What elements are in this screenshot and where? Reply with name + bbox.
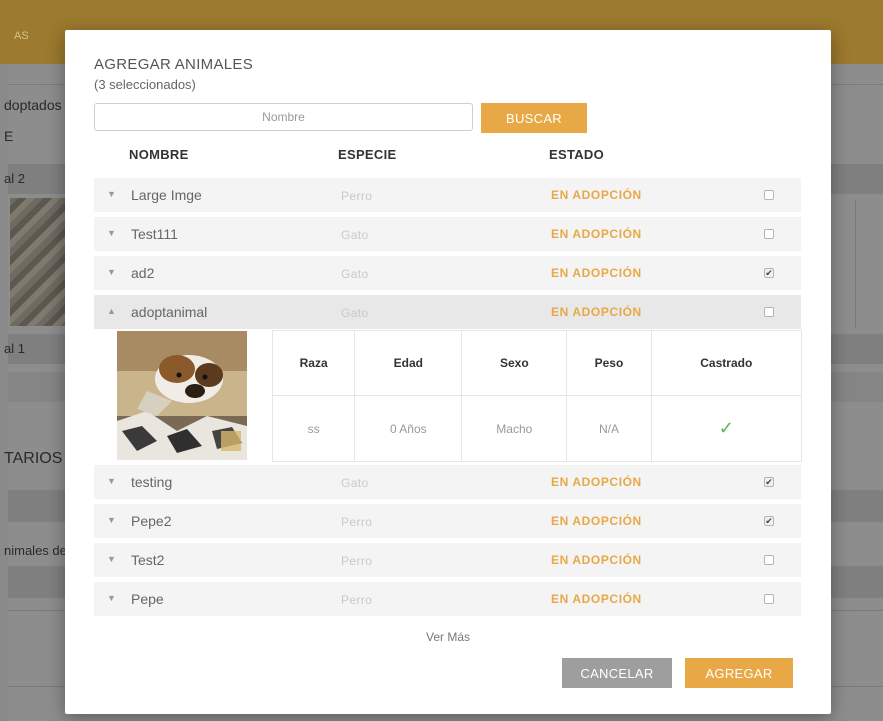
animal-row[interactable]: ▼ Pepe2 Perro EN ADOPCIÓN ✔	[94, 504, 801, 538]
animal-species: Perro	[341, 554, 373, 568]
animal-species: Perro	[341, 189, 373, 203]
animal-status: EN ADOPCIÓN	[551, 553, 642, 567]
see-more-link[interactable]: Ver Más	[65, 630, 831, 644]
chevron-down-icon[interactable]: ▼	[107, 593, 116, 603]
animal-row[interactable]: ▼ testing Gato EN ADOPCIÓN ✔	[94, 465, 801, 499]
detail-header-sex: Sexo	[461, 330, 568, 396]
animal-status: EN ADOPCIÓN	[551, 475, 642, 489]
chevron-down-icon[interactable]: ▼	[107, 228, 116, 238]
background-e-label: E	[4, 128, 14, 144]
background-animal-image	[10, 198, 66, 326]
animal-row[interactable]: ▼ Pepe Perro EN ADOPCIÓN	[94, 582, 801, 616]
animal-status: EN ADOPCIÓN	[551, 305, 642, 319]
animal-name: Pepe2	[131, 513, 172, 529]
column-header-name: NOMBRE	[129, 147, 189, 162]
cancel-button[interactable]: CANCELAR	[562, 658, 672, 688]
background-adoptados-label: doptados	[4, 97, 62, 113]
select-checkbox[interactable]	[764, 307, 774, 317]
animal-species: Gato	[341, 476, 369, 490]
chevron-down-icon[interactable]: ▼	[107, 515, 116, 525]
animal-name: ad2	[131, 265, 155, 281]
select-checkbox[interactable]	[764, 229, 774, 239]
add-animals-modal: AGREGAR ANIMALES (3 seleccionados) BUSCA…	[65, 30, 831, 714]
animal-row[interactable]: ▼ Test111 Gato EN ADOPCIÓN	[94, 217, 801, 251]
chevron-down-icon[interactable]: ▼	[107, 554, 116, 564]
animal-species: Gato	[341, 306, 369, 320]
detail-header-weight: Peso	[566, 330, 652, 396]
animal-name: Large Imge	[131, 187, 202, 203]
column-header-status: ESTADO	[549, 147, 605, 162]
name-search-input[interactable]	[94, 103, 473, 131]
detail-header-neutered: Castrado	[650, 330, 803, 396]
add-button[interactable]: AGREGAR	[685, 658, 793, 688]
select-checkbox[interactable]	[764, 190, 774, 200]
select-checkbox[interactable]: ✔	[764, 268, 774, 278]
dog-photo-illustration	[117, 331, 247, 460]
animal-row-expanded[interactable]: ▲ adoptanimal Gato EN ADOPCIÓN	[94, 295, 801, 329]
select-checkbox[interactable]	[764, 594, 774, 604]
detail-header-age: Edad	[354, 330, 463, 396]
animal-status: EN ADOPCIÓN	[551, 592, 642, 606]
background-comentarios-label: TARIOS	[4, 450, 63, 467]
animal-name: Test111	[131, 226, 178, 242]
animal-row[interactable]: ▼ ad2 Gato EN ADOPCIÓN ✔	[94, 256, 801, 290]
animal-name: testing	[131, 474, 173, 490]
check-icon: ✓	[718, 418, 734, 438]
animal-status: EN ADOPCIÓN	[551, 514, 642, 528]
animal-species: Gato	[341, 267, 369, 281]
background-animales-label: nimales de	[4, 543, 67, 558]
selected-count: (3 seleccionados)	[94, 77, 196, 92]
background-animal2-label: al 2	[4, 171, 25, 186]
detail-header-breed: Raza	[271, 330, 356, 396]
animal-photo	[117, 331, 247, 460]
background-animal1-label: al 1	[4, 341, 25, 356]
chevron-down-icon[interactable]: ▼	[107, 267, 116, 277]
animal-row[interactable]: ▼ Large Imge Perro EN ADOPCIÓN	[94, 178, 801, 212]
select-checkbox[interactable]: ✔	[764, 516, 774, 526]
animal-row[interactable]: ▼ Test2 Perro EN ADOPCIÓN	[94, 543, 801, 577]
detail-value-breed: ss	[271, 395, 356, 462]
animal-species: Gato	[341, 228, 369, 242]
search-button[interactable]: BUSCAR	[481, 103, 587, 133]
select-checkbox[interactable]: ✔	[764, 477, 774, 487]
animal-detail-table: Raza Edad Sexo Peso Castrado ss 0 Años M…	[271, 330, 803, 462]
chevron-up-icon[interactable]: ▲	[107, 306, 116, 316]
animal-detail-panel: Raza Edad Sexo Peso Castrado ss 0 Años M…	[94, 330, 803, 462]
column-header-species: ESPECIE	[338, 147, 397, 162]
chevron-down-icon[interactable]: ▼	[107, 189, 116, 199]
select-checkbox[interactable]	[764, 555, 774, 565]
animal-status: EN ADOPCIÓN	[551, 188, 642, 202]
background-breadcrumb: AS	[14, 30, 29, 42]
detail-value-age: 0 Años	[354, 395, 463, 462]
detail-value-sex: Macho	[461, 395, 568, 462]
animal-species: Perro	[341, 515, 373, 529]
animal-name: Pepe	[131, 591, 164, 607]
background-divider-vertical	[855, 200, 856, 328]
chevron-down-icon[interactable]: ▼	[107, 476, 116, 486]
animal-status: EN ADOPCIÓN	[551, 227, 642, 241]
animal-name: Test2	[131, 552, 165, 568]
modal-title: AGREGAR ANIMALES	[94, 56, 254, 73]
detail-value-weight: N/A	[566, 395, 652, 462]
detail-value-neutered: ✓	[650, 395, 803, 462]
animal-species: Perro	[341, 593, 373, 607]
animal-name: adoptanimal	[131, 304, 208, 320]
animal-status: EN ADOPCIÓN	[551, 266, 642, 280]
